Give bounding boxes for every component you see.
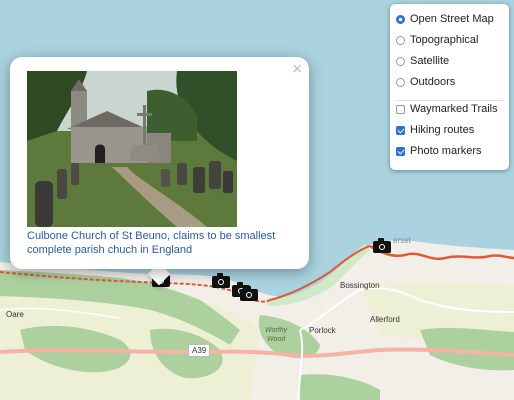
camera-lens-icon (218, 279, 224, 285)
place-label-oare: Oare (6, 310, 24, 319)
layer-label: Open Street Map (410, 13, 494, 25)
radio-selected-icon[interactable] (396, 14, 405, 24)
layer-control: Open Street Map Topographical Satellite … (390, 4, 509, 170)
layer-label: Topographical (410, 34, 479, 46)
photo-marker-icon[interactable] (373, 238, 391, 253)
popup-photo[interactable] (27, 71, 237, 227)
layer-label: Photo markers (410, 145, 482, 157)
place-label-bossington: Bossington (340, 281, 380, 290)
overlay-waymarked-trails[interactable]: Waymarked Trails (396, 103, 498, 115)
popup-caption-link[interactable]: Culbone Church of St Beuno, claims to be… (27, 229, 297, 257)
wood-label-line: Wood (266, 336, 286, 343)
checkbox-icon[interactable] (396, 104, 405, 114)
overlay-photo-markers[interactable]: Photo markers (396, 145, 482, 157)
base-layer-satellite[interactable]: Satellite (396, 55, 449, 67)
base-layer-outdoors[interactable]: Outdoors (396, 76, 455, 88)
photo-popup: × Culbone Church of St Beuno, claims to … (10, 57, 309, 269)
coast-label: erset (393, 236, 411, 245)
layer-separator (396, 100, 503, 101)
church-photo (27, 71, 237, 227)
wood-label: Worthy Wood (265, 326, 287, 344)
checkbox-checked-icon[interactable] (396, 125, 405, 135)
photo-marker-icon[interactable] (240, 286, 258, 301)
layer-label: Outdoors (410, 76, 456, 88)
radio-icon[interactable] (396, 56, 405, 66)
camera-lens-icon (246, 292, 252, 298)
place-label-allerford: Allerford (370, 315, 400, 324)
checkbox-checked-icon[interactable] (396, 146, 405, 156)
overlay-hiking-routes[interactable]: Hiking routes (396, 124, 474, 136)
radio-icon[interactable] (396, 77, 405, 87)
layer-label: Hiking routes (410, 124, 475, 136)
base-layer-open-street-map[interactable]: Open Street Map (396, 13, 494, 25)
camera-lens-icon (379, 244, 385, 250)
photo-marker-icon[interactable] (212, 273, 230, 288)
road-label-a39: A39 (188, 344, 211, 357)
radio-icon[interactable] (396, 35, 405, 45)
layer-label: Waymarked Trails (410, 103, 498, 115)
base-layer-topographical[interactable]: Topographical (396, 34, 479, 46)
popup-close-button[interactable]: × (291, 61, 303, 77)
place-label-porlock: Porlock (309, 326, 336, 335)
layer-label: Satellite (410, 55, 450, 67)
wood-label-line: Worthy (265, 327, 288, 334)
